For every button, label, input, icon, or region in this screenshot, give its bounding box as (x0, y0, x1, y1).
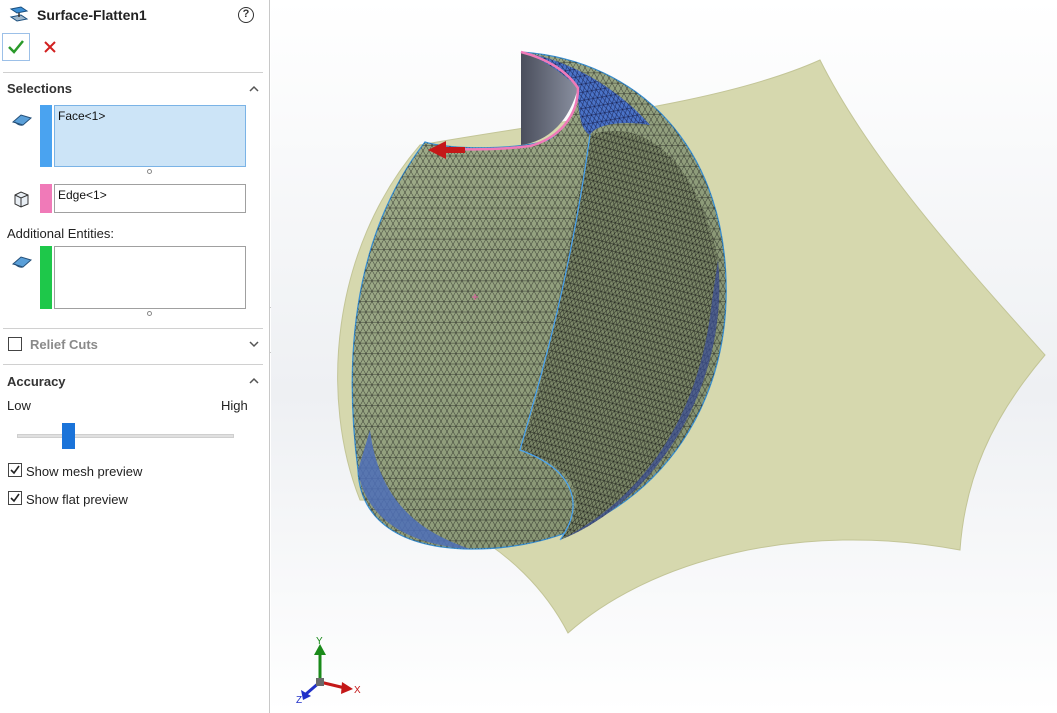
check-icon (10, 465, 20, 475)
relief-cuts-label: Relief Cuts (30, 337, 98, 352)
additional-color-bar (40, 246, 52, 309)
edge-selection-icon (14, 191, 29, 208)
selections-title: Selections (7, 81, 73, 96)
face-color-bar (40, 105, 52, 167)
additional-entities-label: Additional Entities: (7, 226, 114, 241)
feature-title: Surface-Flatten1 (37, 7, 147, 23)
show-flat-checkbox[interactable] (8, 491, 22, 505)
relief-cuts-checkbox[interactable] (8, 337, 22, 351)
feature-header: Surface-Flatten1 ? (0, 0, 270, 32)
checkmark-icon (8, 40, 24, 54)
face-selection-box[interactable]: Face<1> (54, 105, 246, 167)
accuracy-title: Accuracy (7, 374, 66, 389)
additional-entities-box[interactable] (54, 246, 246, 309)
help-icon[interactable]: ? (238, 7, 254, 23)
chevron-up-icon[interactable] (248, 375, 260, 387)
triad-x-label: X (354, 685, 361, 696)
property-manager: Surface-Flatten1 ? Selections Face<1> Ed… (0, 0, 270, 713)
divider (3, 364, 263, 365)
face-selection-icon (11, 114, 33, 126)
model-view[interactable]: Y X Z (271, 0, 1057, 713)
show-flat-label: Show flat preview (26, 492, 128, 507)
show-mesh-label: Show mesh preview (26, 464, 143, 479)
chevron-down-icon[interactable] (248, 338, 260, 350)
triad-z-label: Z (296, 695, 302, 706)
accuracy-slider-thumb[interactable] (62, 423, 75, 449)
accuracy-slider-track[interactable] (17, 434, 234, 438)
chevron-up-icon[interactable] (248, 83, 260, 95)
triad-y-label: Y (316, 636, 323, 647)
divider (3, 328, 263, 329)
graphics-area[interactable]: Y X Z (271, 0, 1057, 713)
close-icon (44, 41, 56, 53)
accuracy-high-label: High (221, 398, 248, 413)
surface-flatten-icon (9, 6, 29, 22)
edge-selection-box[interactable]: Edge<1> (54, 184, 246, 213)
check-icon (10, 493, 20, 503)
ok-button[interactable] (2, 33, 30, 61)
divider (3, 72, 263, 73)
orientation-triad (301, 644, 353, 700)
show-mesh-checkbox[interactable] (8, 463, 22, 477)
edge-color-bar (40, 184, 52, 213)
resize-grip[interactable] (147, 311, 152, 316)
face-selection-icon (11, 256, 33, 268)
accuracy-low-label: Low (7, 398, 31, 413)
resize-grip[interactable] (147, 169, 152, 174)
cancel-button[interactable] (36, 33, 64, 61)
